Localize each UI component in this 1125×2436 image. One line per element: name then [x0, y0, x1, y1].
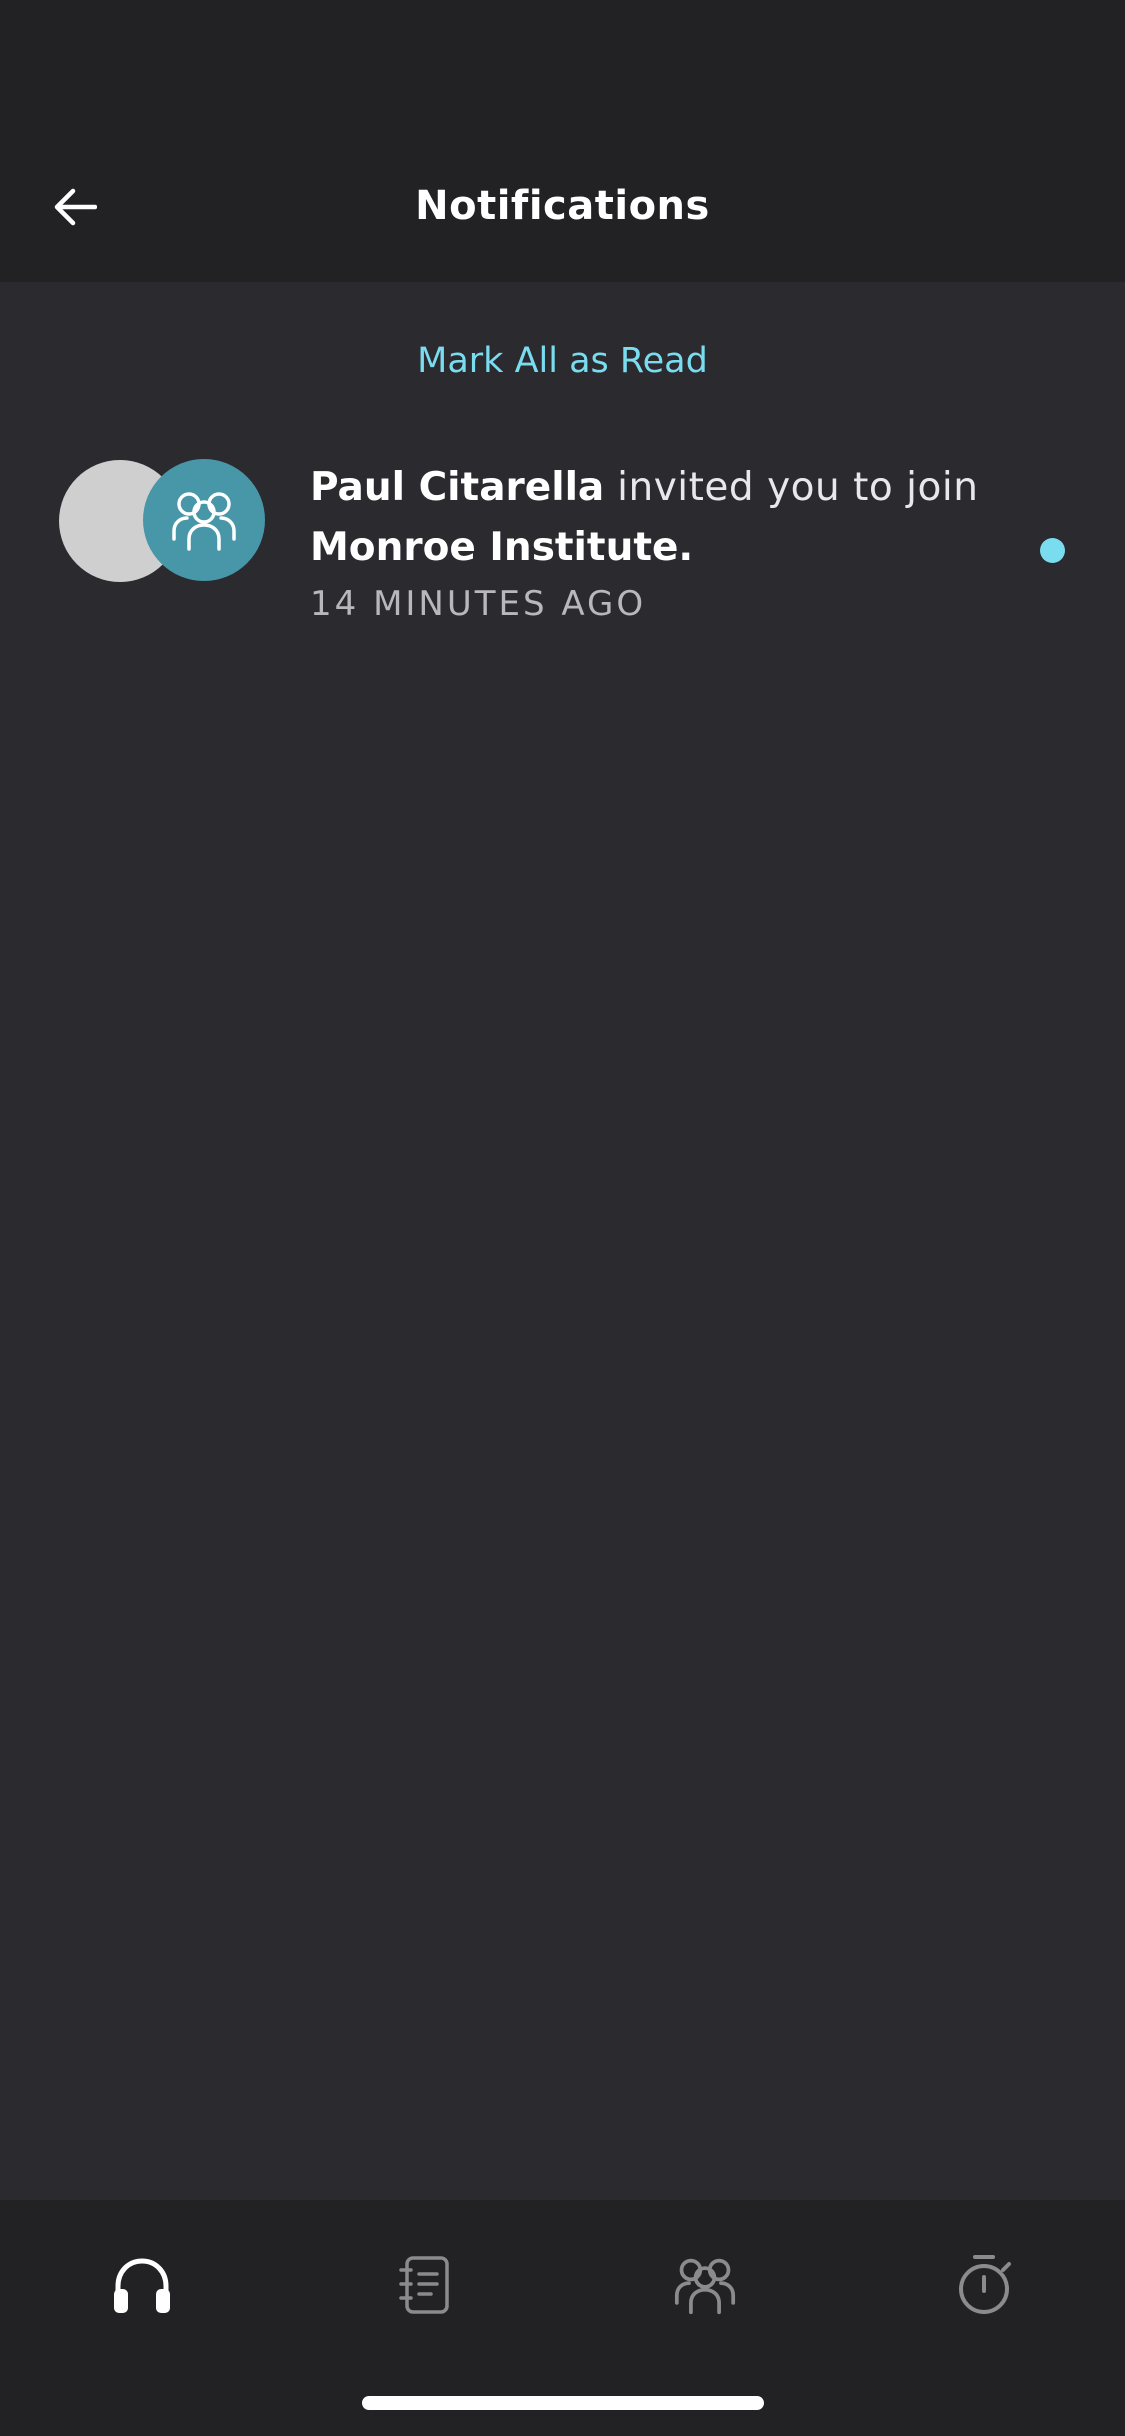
tab-timer[interactable] [940, 2240, 1030, 2330]
page-title: Notifications [415, 183, 710, 229]
home-indicator [362, 2396, 764, 2410]
tab-journal[interactable] [380, 2240, 470, 2330]
group-icon [674, 2258, 736, 2315]
header-bar: Notifications [0, 0, 1125, 282]
group-icon [172, 492, 236, 551]
notifications-screen: Notifications Mark All as Read Paul Cita… [0, 0, 1125, 2436]
notification-target: Monroe Institute. [310, 525, 694, 570]
mark-all-read-button[interactable]: Mark All as Read [0, 336, 1125, 386]
notification-actor: Paul Citarella [310, 465, 605, 510]
journal-icon [399, 2256, 449, 2314]
notification-timestamp: 14 MINUTES AGO [310, 584, 647, 624]
notification-item[interactable]: Paul Citarella invited you to join Monro… [0, 440, 1125, 640]
notification-action: invited you to join [604, 465, 979, 510]
tab-listen[interactable] [97, 2240, 187, 2330]
headphones-icon [114, 2258, 170, 2313]
tab-groups[interactable] [660, 2240, 750, 2330]
notification-message: Paul Citarella invited you to join Monro… [310, 458, 1010, 578]
group-avatar [143, 459, 265, 581]
unread-indicator [1040, 538, 1065, 563]
stopwatch-icon [959, 2255, 1011, 2314]
